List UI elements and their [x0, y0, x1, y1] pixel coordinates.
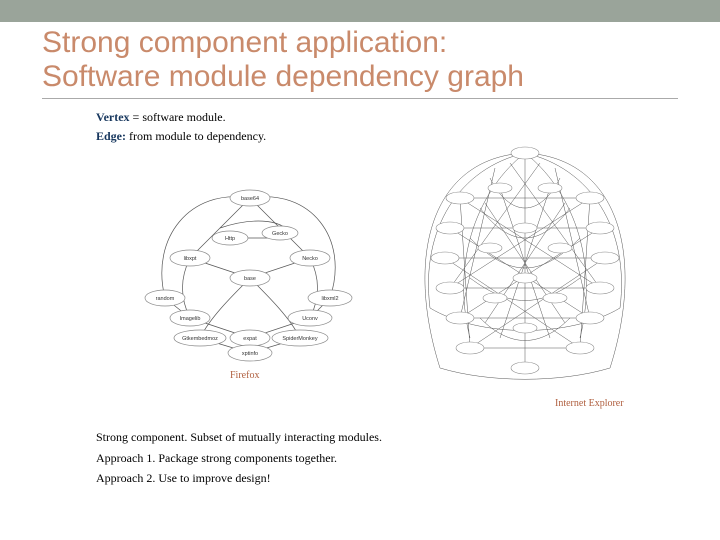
slide-title: Strong component application: Software m… [42, 26, 682, 93]
edge-def: from module to dependency. [126, 129, 266, 143]
approaches-block: Strong component. Subset of mutually int… [96, 428, 656, 490]
svg-text:xptinfo: xptinfo [242, 351, 258, 357]
sc-term: Strong component. [96, 430, 187, 444]
sc-def: Subset of mutually interacting modules. [187, 430, 382, 444]
header-bar [0, 0, 720, 22]
svg-text:base: base [244, 276, 256, 282]
svg-text:Http: Http [225, 236, 235, 242]
graph-area: base64 Http Gecko libxpt Necko base rand… [110, 148, 650, 394]
svg-text:Uconv: Uconv [302, 316, 318, 322]
svg-text:Imagelib: Imagelib [180, 316, 201, 322]
approach2-term: Approach 2. [96, 471, 155, 485]
svg-text:libxml2: libxml2 [321, 296, 338, 302]
vertex-term: Vertex [96, 110, 130, 124]
slide: Strong component application: Software m… [0, 0, 720, 540]
svg-text:expat: expat [243, 336, 257, 342]
vertex-def: = software module. [130, 110, 226, 124]
edge-term: Edge: [96, 129, 126, 143]
svg-text:Gtkembedmoz: Gtkembedmoz [182, 336, 218, 342]
ie-graph [400, 138, 650, 398]
svg-text:Gecko: Gecko [272, 231, 288, 237]
firefox-caption: Firefox [230, 370, 259, 381]
title-line-1: Strong component application: [42, 26, 447, 59]
svg-text:libxpt: libxpt [184, 256, 197, 262]
svg-text:Necko: Necko [302, 256, 318, 262]
firefox-graph: base64 Http Gecko libxpt Necko base rand… [130, 178, 370, 368]
svg-text:random: random [156, 296, 175, 302]
title-line-2: Software module dependency graph [42, 60, 524, 93]
title-underline [42, 98, 678, 99]
approach2-def: Use to improve design! [155, 471, 270, 485]
approach1-def: Package strong components together. [155, 451, 337, 465]
svg-text:base64: base64 [241, 196, 259, 202]
ie-caption: Internet Explorer [555, 398, 624, 409]
svg-text:SpiderMonkey: SpiderMonkey [282, 336, 317, 342]
approach1-term: Approach 1. [96, 451, 155, 465]
